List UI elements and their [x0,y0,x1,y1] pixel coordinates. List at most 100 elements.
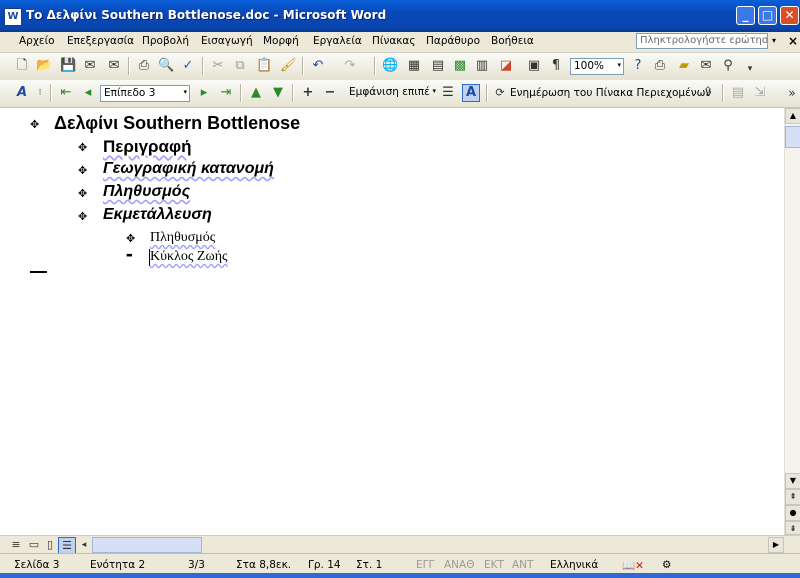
ask-question-input[interactable]: Πληκτρολογήστε ερώτηση [636,33,768,49]
status-rec[interactable]: ΕΓΓ [416,559,434,571]
scroll-up-icon[interactable]: ▲ [785,108,800,124]
expand-symbol-icon[interactable]: ✥ [30,118,39,131]
expand-symbol-icon[interactable]: ✥ [78,210,87,223]
outline-heading-2[interactable]: Περιγραφή [103,137,192,157]
format-painter-icon[interactable]: 🖌 [280,58,297,74]
toolbar-options-icon[interactable]: ▾ [742,61,758,77]
outline-heading-2[interactable]: Γεωγραφική κατανομή [103,160,274,178]
document-map-icon[interactable]: ▣ [526,58,542,74]
email-icon[interactable]: ✉ [106,58,122,74]
columns-icon[interactable]: ▥ [474,58,490,74]
select-browse-object-icon[interactable]: ● [785,505,800,521]
menu-tools[interactable]: Εργαλεία [313,35,362,47]
vertical-scrollbar[interactable]: ▲ ▼ ⇞ ● ⇟ [784,108,800,535]
save-icon[interactable]: 💾 [60,58,76,74]
previous-page-icon[interactable]: ⇞ [785,489,800,505]
close-button[interactable]: ✕ [780,6,799,25]
print-layout-view-icon[interactable]: ▯ [42,537,58,553]
zoom-dropdown-arrow-icon[interactable]: ▾ [617,61,621,69]
spelling-icon[interactable]: ✓ [180,58,196,74]
outline-heading-1[interactable]: Δελφίνι Southern Bottlenose [54,113,300,134]
menu-table[interactable]: Πίνακας [372,35,416,47]
print-icon[interactable]: ⎙ [136,58,152,74]
menu-view[interactable]: Προβολή [142,35,189,47]
collapse-subdocuments-icon[interactable]: ⇲ [752,85,768,101]
move-up-icon[interactable]: ▲ [248,85,264,101]
permission-icon[interactable]: ✉ [82,58,98,74]
toolbar-handle-icon[interactable]: ⁝ [32,85,48,101]
word-app-icon[interactable]: W [4,8,22,26]
outline-heading-3[interactable]: Κύκλος Ζωής [150,249,228,265]
demote-icon[interactable]: ▸ [196,85,212,101]
update-toc-icon[interactable]: ⟳ [492,85,508,101]
expand-symbol-icon[interactable]: ✥ [78,141,87,154]
next-page-icon[interactable]: ⇟ [785,521,800,535]
show-first-line-only-icon[interactable]: ☰ [440,85,456,101]
show-level-dropdown-arrow-icon[interactable]: ▾ [432,87,436,95]
status-language[interactable]: Ελληνικά [550,559,598,571]
collapse-symbol-icon[interactable]: ▬ [126,251,133,259]
status-trk[interactable]: ΑΝΑΘ [444,559,475,571]
ask-dropdown-arrow-icon[interactable]: ▾ [772,36,776,45]
reading-layout-view-icon[interactable]: ◂ [76,537,92,553]
envelope-icon[interactable]: ✉ [698,58,714,74]
document-close-button[interactable]: × [788,34,798,48]
expand-icon[interactable]: + [300,85,316,101]
outline-heading-2[interactable]: Εκμετάλλευση [103,206,212,224]
web-layout-view-icon[interactable]: ▭ [26,537,42,553]
demote-to-body-icon[interactable]: ⇥ [218,85,234,101]
redo-icon[interactable]: ↷ [342,58,358,74]
folder-icon[interactable]: ▰ [676,58,692,74]
outline-heading-2[interactable]: Πληθυσμός [103,183,190,201]
move-down-icon[interactable]: ▼ [270,85,286,101]
hyperlink-icon[interactable]: 🌐 [382,58,398,74]
promote-icon[interactable]: ◂ [80,85,96,101]
level-dropdown-arrow-icon[interactable]: ▾ [183,88,187,96]
master-document-view-icon[interactable]: ▤ [730,85,746,101]
tables-borders-icon[interactable]: ▦ [406,58,422,74]
show-hide-icon[interactable]: ¶ [548,58,564,74]
paste-icon[interactable]: 📋 [256,58,272,74]
status-ovr[interactable]: ΑΝΤ [512,559,533,571]
menu-insert[interactable]: Εισαγωγή [201,35,253,47]
scroll-right-icon[interactable]: ▶ [768,537,784,553]
maximize-button[interactable]: □ [758,6,777,25]
expand-symbol-icon[interactable]: ✥ [78,164,87,177]
outline-heading-3[interactable]: Πληθυσμός [150,230,215,246]
help-icon[interactable]: ? [630,58,646,74]
show-level-select[interactable]: Εμφάνιση επιπέ ▾ [346,85,438,102]
insert-excel-icon[interactable]: ▩ [452,58,468,74]
styles-icon[interactable]: A [14,85,30,101]
undo-icon[interactable]: ↶ [310,58,326,74]
normal-view-icon[interactable]: ≡ [8,537,24,553]
promote-to-heading1-icon[interactable]: ⇤ [58,85,74,101]
print-preview-icon[interactable]: 🔍 [158,58,174,74]
minimize-button[interactable]: _ [736,6,755,25]
horizontal-scroll-thumb[interactable] [92,537,202,553]
expand-symbol-icon[interactable]: ✥ [126,232,135,245]
collapse-icon[interactable]: − [322,85,338,101]
macro-status-icon[interactable]: ⚙ [662,559,671,571]
open-icon[interactable]: 📂 [36,58,52,74]
cut-icon[interactable]: ✂ [210,58,226,74]
update-toc-button[interactable]: Ενημέρωση του Πίνακα Περιεχομένων [510,87,711,99]
menu-format[interactable]: Μορφή [263,35,299,47]
new-document-icon[interactable]: 🗋 [14,58,30,74]
print-icon-2[interactable]: ⎙ [652,58,668,74]
document-area[interactable]: ✥ Δελφίνι Southern Bottlenose ✥ Περιγραφ… [0,108,784,535]
scroll-down-icon[interactable]: ▼ [785,473,800,489]
expand-symbol-icon[interactable]: ✥ [78,187,87,200]
menu-help[interactable]: Βοήθεια [491,35,534,47]
show-formatting-icon[interactable]: A [462,84,480,102]
menu-window[interactable]: Παράθυρο [426,35,480,47]
toolbar-overflow-icon[interactable]: » [784,85,800,101]
zoom-select[interactable]: 100% ▾ [570,58,624,75]
find-icon[interactable]: ⚲ [720,58,736,74]
copy-icon[interactable]: ⧉ [232,58,248,74]
drawing-icon[interactable]: ◪ [498,58,514,74]
status-ext[interactable]: ΕΚΤ [484,559,504,571]
menu-file[interactable]: Αρχείο [19,35,55,47]
go-to-toc-icon[interactable]: ⇪ [700,85,716,101]
spelling-status-icon[interactable]: 📖✕ [622,559,644,572]
outline-level-select[interactable]: Επίπεδο 3 ▾ [100,85,190,102]
